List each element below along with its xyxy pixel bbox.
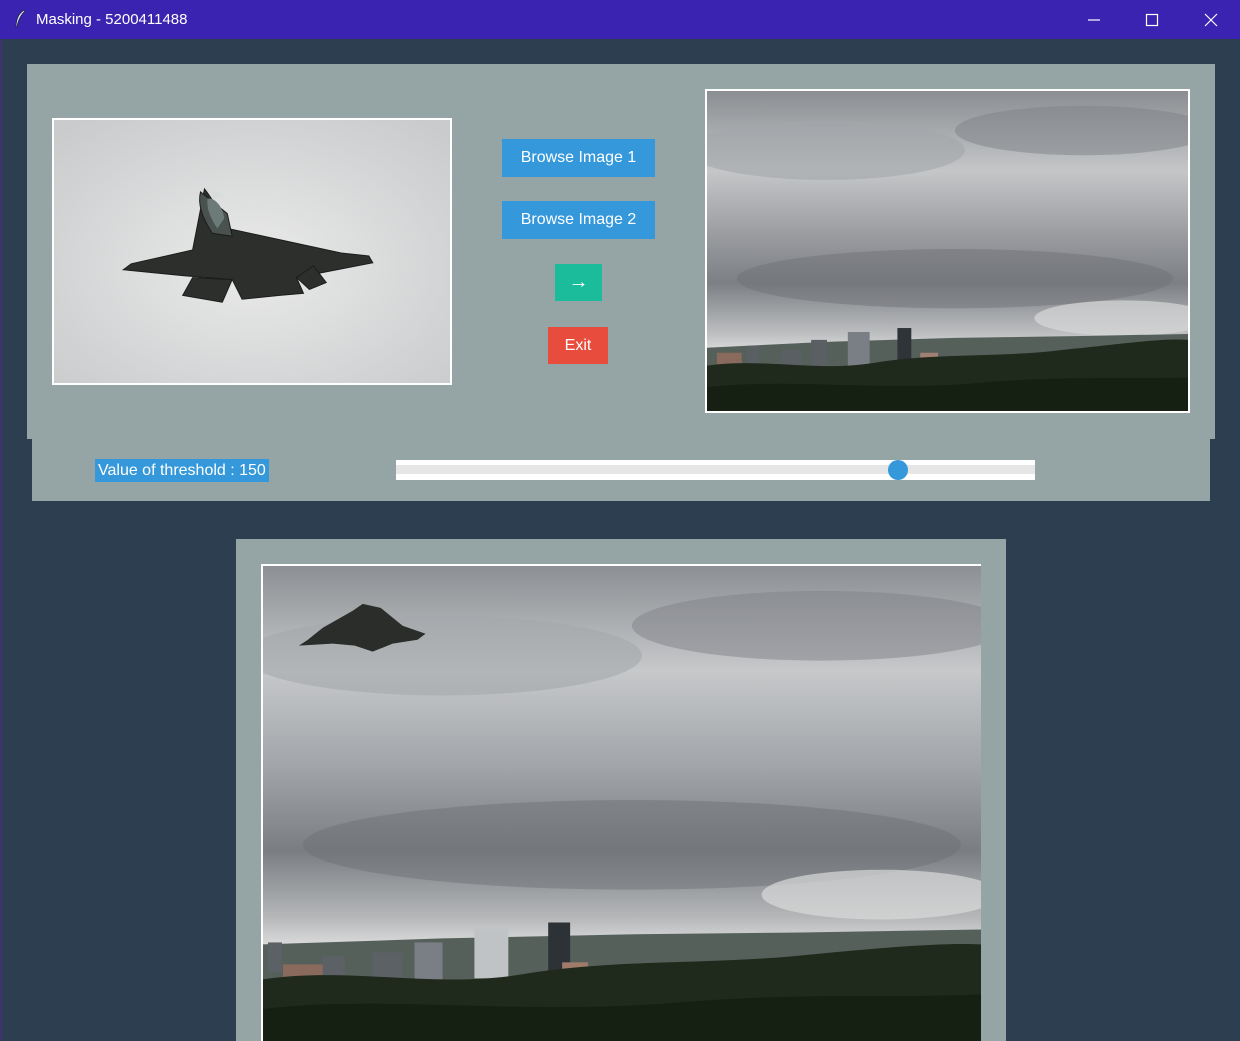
title-bar: Masking - 5200411488 bbox=[0, 0, 1240, 39]
browse-image-1-button[interactable]: Browse Image 1 bbox=[502, 139, 655, 177]
feather-icon bbox=[15, 9, 26, 28]
threshold-slider[interactable] bbox=[396, 460, 1035, 480]
cloudy-city-image bbox=[707, 91, 1188, 411]
masked-result-image bbox=[263, 566, 981, 1041]
minimize-icon bbox=[1088, 19, 1100, 21]
close-icon bbox=[1204, 13, 1218, 27]
close-button[interactable] bbox=[1182, 0, 1240, 39]
window-title: Masking - 5200411488 bbox=[36, 11, 188, 28]
threshold-value-label: Value of threshold : 150 bbox=[95, 459, 269, 482]
process-arrow-button[interactable]: → bbox=[555, 264, 602, 301]
threshold-slider-handle[interactable] bbox=[888, 460, 908, 480]
slider-groove bbox=[396, 465, 1035, 474]
exit-button[interactable]: Exit bbox=[548, 327, 608, 364]
image-2-preview bbox=[705, 89, 1190, 413]
image-1-preview bbox=[52, 118, 452, 385]
maximize-button[interactable] bbox=[1123, 0, 1181, 39]
browse-image-2-button[interactable]: Browse Image 2 bbox=[502, 201, 655, 239]
result-image-preview bbox=[261, 564, 981, 1041]
window-border bbox=[0, 39, 2, 1041]
jet-image bbox=[54, 120, 450, 383]
maximize-icon bbox=[1145, 13, 1159, 27]
minimize-button[interactable] bbox=[1065, 0, 1123, 39]
